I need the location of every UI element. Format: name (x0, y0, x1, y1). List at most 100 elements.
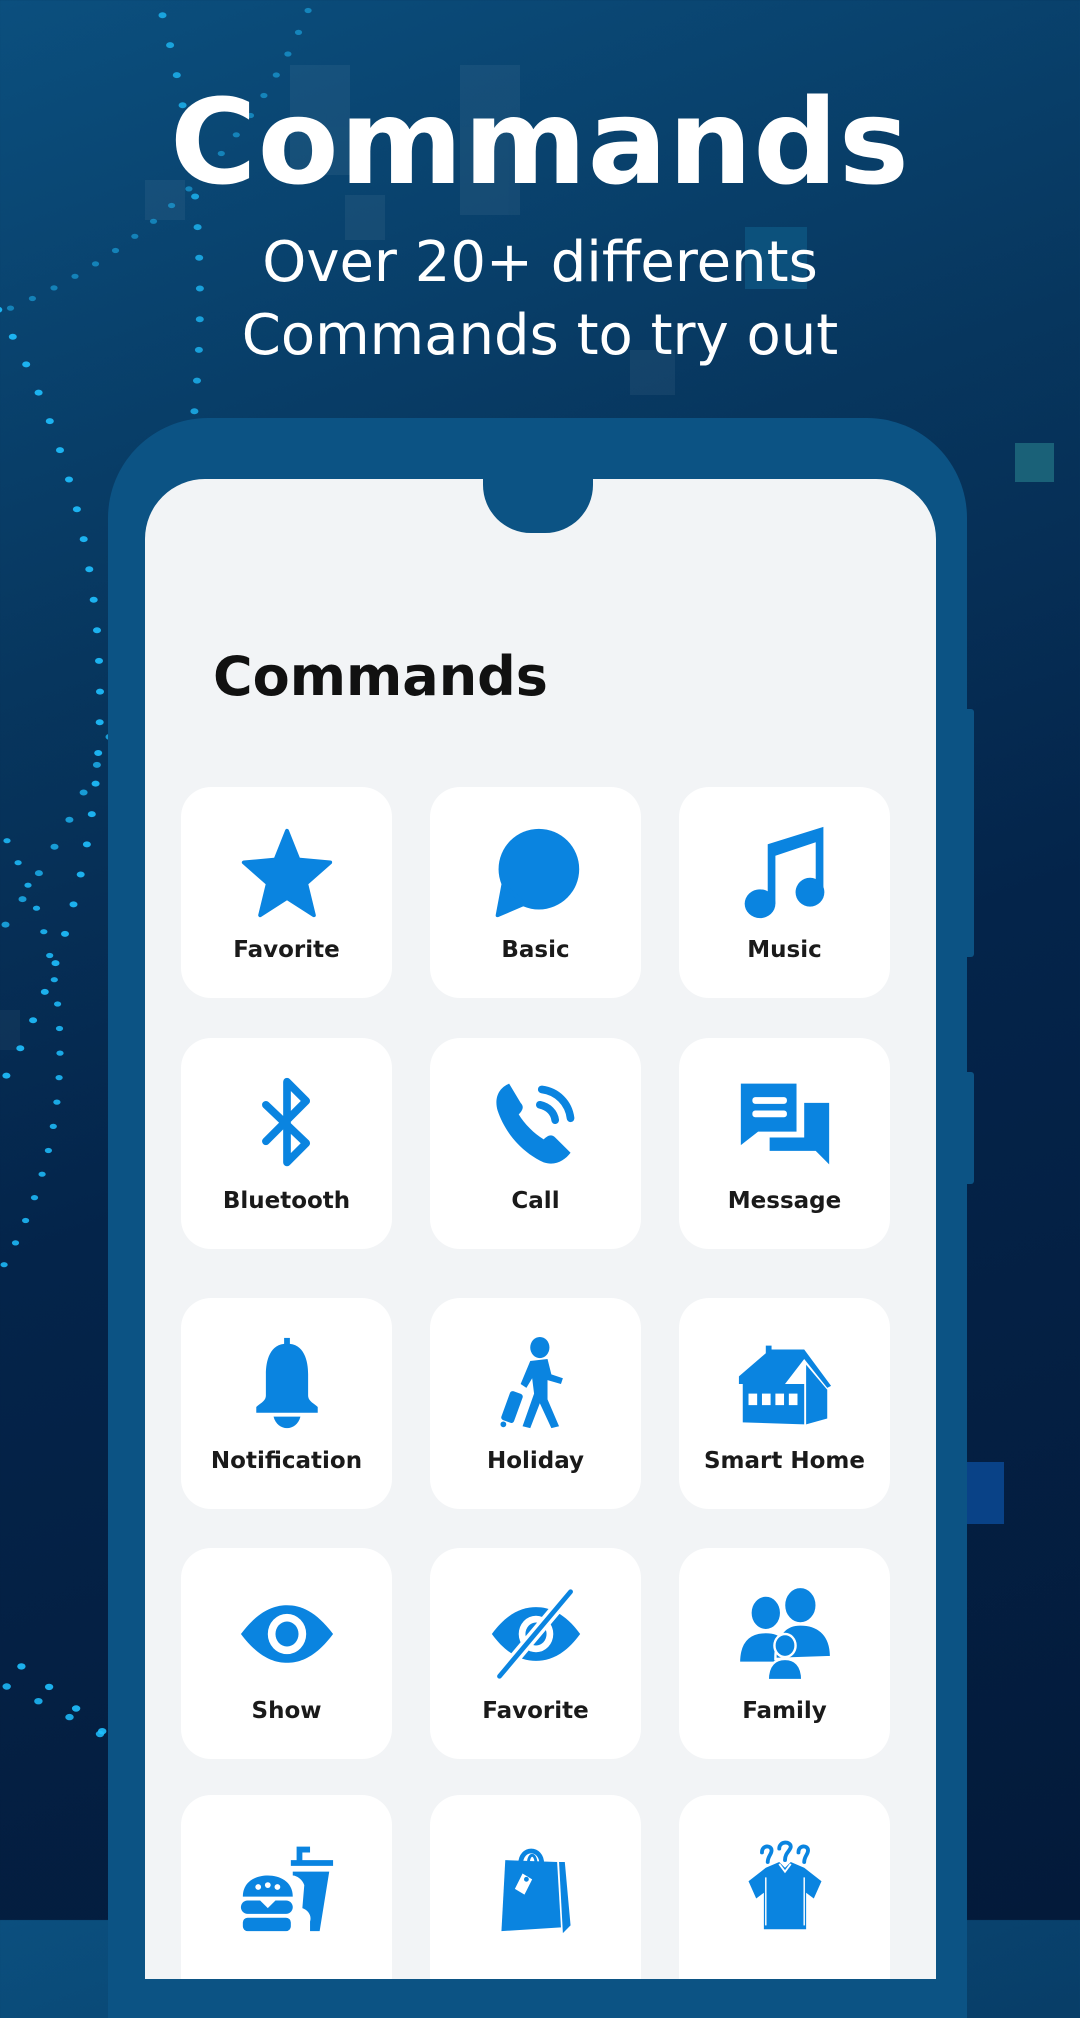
background-dot (34, 389, 43, 396)
background-dot (193, 377, 201, 384)
background-dot (65, 476, 73, 483)
background-dot (16, 1045, 25, 1052)
background-dot (54, 1001, 62, 1007)
command-label: Music (747, 937, 822, 963)
command-tile-notification[interactable]: Notification (181, 1298, 392, 1509)
background-dot (2, 1683, 11, 1690)
background-dot (95, 719, 104, 726)
background-dot (55, 1075, 63, 1081)
star-icon (239, 825, 335, 921)
power-button (965, 1072, 974, 1184)
command-tile-favorite-hide[interactable]: Favorite (430, 1548, 641, 1759)
command-label: Notification (210, 1448, 363, 1474)
background-dot (87, 811, 96, 818)
background-dot (85, 566, 94, 573)
volume-button (965, 709, 974, 957)
background-dot (0, 1262, 8, 1268)
background-dot (92, 761, 101, 768)
command-label: Holiday (486, 1448, 585, 1474)
command-label: Family (742, 1698, 827, 1724)
background-dot (284, 51, 292, 57)
command-label: Favorite (233, 937, 340, 963)
phone-call-icon (488, 1076, 584, 1172)
command-label: Smart Home (703, 1448, 865, 1474)
background-dot (51, 960, 60, 967)
background-dot (79, 536, 88, 543)
camera-notch (483, 479, 593, 533)
background-dot (53, 1099, 61, 1105)
background-dot (91, 780, 100, 787)
background-dot (69, 901, 78, 908)
background-dot (71, 1705, 81, 1712)
background-dot (17, 1663, 26, 1670)
command-tile-smart-home[interactable]: Smart Home (679, 1298, 890, 1509)
background-dot (158, 12, 167, 19)
command-tile-favorite[interactable]: Favorite (181, 787, 392, 998)
background-dot (22, 1217, 30, 1224)
command-label: Bluetooth (222, 1188, 351, 1214)
command-tile-family[interactable]: Family (679, 1548, 890, 1759)
background-dot (96, 688, 104, 695)
command-label: Favorite (482, 1698, 589, 1724)
header-subtitle-line2: Commands to try out (241, 303, 839, 368)
background-dot (149, 218, 158, 224)
background-dot (95, 657, 103, 664)
background-dot (61, 930, 69, 937)
background-dot (46, 952, 54, 959)
command-tile-clothes[interactable] (679, 1795, 890, 1979)
background-dot (49, 1123, 57, 1129)
bluetooth-icon (239, 1076, 335, 1172)
background-dot (3, 838, 11, 844)
command-label: Show (251, 1698, 322, 1724)
messages-icon (737, 1076, 833, 1172)
background-dot (98, 1728, 107, 1735)
shopping-bag-icon (488, 1839, 584, 1935)
background-dot (2, 1072, 11, 1079)
music-note-icon (737, 825, 833, 921)
background-dot (14, 860, 22, 866)
eye-off-icon (488, 1586, 584, 1682)
command-tile-bluetooth[interactable]: Bluetooth (181, 1038, 392, 1249)
fast-food-icon (239, 1839, 335, 1935)
header-subtitle: Over 20+ differents Commands to try out (0, 226, 1080, 372)
background-dot (29, 1017, 38, 1024)
screen-title: Commands (213, 645, 548, 708)
chat-bubble-icon (488, 825, 584, 921)
header-title: Commands (170, 73, 910, 211)
command-tile-basic[interactable]: Basic (430, 787, 641, 998)
background-dot (190, 408, 199, 415)
background-dot (72, 506, 81, 513)
background-dot (40, 929, 48, 935)
background-dot (79, 789, 88, 796)
command-tile-message[interactable]: Message (679, 1038, 890, 1249)
command-label: Message (727, 1188, 842, 1214)
background-dot (38, 1171, 46, 1177)
background-dot (45, 418, 54, 425)
command-tile-show[interactable]: Show (181, 1548, 392, 1759)
eye-icon (239, 1586, 335, 1682)
background-dot (166, 42, 175, 49)
background-dot (94, 750, 103, 756)
background-dot (44, 1147, 53, 1154)
command-tile-food[interactable] (181, 1795, 392, 1979)
phone-screen: Commands Favorite Basic Music Bluetooth … (145, 479, 936, 1979)
background-dot (11, 1240, 20, 1246)
command-tile-call[interactable]: Call (430, 1038, 641, 1249)
background-dot (30, 1195, 39, 1201)
background-dot (95, 1730, 105, 1738)
background-dot (76, 871, 85, 878)
command-label: Basic (501, 937, 570, 963)
house-icon (737, 1336, 833, 1432)
command-tile-shopping[interactable] (430, 1795, 641, 1979)
family-icon (737, 1586, 833, 1682)
bell-icon (239, 1336, 335, 1432)
background-dot (89, 596, 98, 603)
command-tile-holiday[interactable]: Holiday (430, 1298, 641, 1509)
command-label: Call (511, 1188, 560, 1214)
traveler-icon (488, 1336, 584, 1432)
command-tile-music[interactable]: Music (679, 787, 890, 998)
background-dot (44, 1683, 54, 1691)
background-dot (34, 870, 43, 877)
background-dot (82, 841, 91, 848)
background-dot (50, 977, 58, 983)
